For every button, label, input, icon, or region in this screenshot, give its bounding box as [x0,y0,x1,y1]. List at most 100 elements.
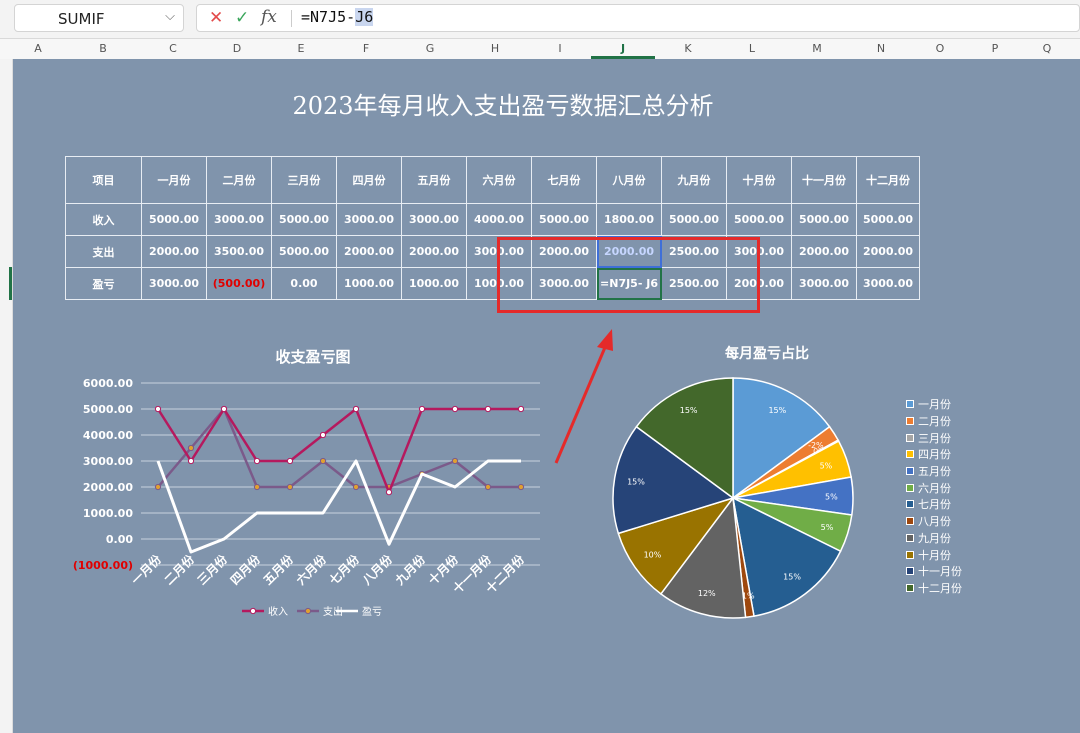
pie-legend-item: 三月份 [906,429,962,446]
legend-label: 二月份 [918,415,951,429]
data-point [286,457,294,465]
pie-legend-item: 九月份 [906,530,962,547]
data-point [451,405,459,413]
legend-label: 八月份 [918,515,951,529]
x-tick-label: 三月份 [194,551,231,588]
y-tick-label: 1000.00 [83,507,133,520]
pie-data-label: 12% [698,589,716,598]
pie-legend-item: 十月份 [906,546,962,563]
confirm-icon[interactable]: ✓ [235,8,249,28]
column-header-j[interactable]: J [621,42,625,55]
y-tick-label: 3000.00 [83,455,133,468]
legend-swatch [906,450,914,459]
column-header-c[interactable]: C [169,42,177,55]
legend-swatch [906,483,914,492]
pie-legend-item: 七月份 [906,496,962,513]
legend-swatch [906,417,914,426]
x-tick-label: 九月份 [391,551,428,588]
pie-data-label: 5% [825,492,838,501]
legend-label: 盈亏 [362,606,382,618]
data-point [352,405,360,413]
y-tick-label: 5000.00 [83,403,133,416]
worksheet[interactable]: 2023年每月收入支出盈亏数据汇总分析 项目 一月份 二月份 三月份 四月份 五月份 六月份… [13,59,1080,733]
data-point [253,483,261,491]
x-tick-label: 一月份 [128,551,165,588]
divider [291,10,292,27]
legend-label: 收入 [268,605,288,618]
y-tick-label: 6000.00 [83,377,133,390]
data-point [517,405,525,413]
data-point [154,483,162,491]
pie-legend-item: 四月份 [906,446,962,463]
column-header-k[interactable]: K [684,42,691,55]
data-point [484,405,492,413]
column-header-b[interactable]: B [99,42,107,55]
column-header-g[interactable]: G [426,42,435,55]
column-header-d[interactable]: D [233,42,241,55]
x-tick-label: 二月份 [161,551,198,588]
x-tick-label: 五月份 [260,551,297,588]
legend-swatch [906,583,914,592]
formula-text[interactable]: =N7J5-J6 [301,8,374,26]
data-point [319,457,327,465]
pie-legend-item: 五月份 [906,463,962,480]
pie-chart-title: 每月盈亏占比 [725,345,809,362]
y-tick-label: (1000.00) [73,559,133,572]
data-point [517,483,525,491]
legend-label: 一月份 [918,398,951,412]
pie-data-label: 15% [627,478,645,487]
data-point [286,483,294,491]
pie-legend-item: 一月份 [906,396,962,413]
function-icon[interactable]: fx [261,7,277,27]
y-tick-label: 0.00 [106,533,133,546]
arrow-head [597,329,613,351]
pie-legend: 一月份 二月份 三月份 四月份 五月份 六月份 七月份 八月份 九月份 十月份 十一月份 十二月份 [906,396,962,596]
legend-swatch [906,567,914,576]
legend-swatch [906,533,914,542]
formula-input[interactable]: ✕ ✓ fx =N7J5-J6 [196,4,1080,32]
row-headers [0,59,13,733]
active-row-indicator [9,267,12,300]
chevron-down-icon[interactable]: ⌵ [165,9,175,24]
column-header-o[interactable]: O [936,42,945,55]
column-header-a[interactable]: A [34,42,42,55]
legend-label: 五月份 [918,465,951,479]
legend-swatch [906,517,914,526]
column-header-m[interactable]: M [812,42,822,55]
formula-prefix: =N7J5- [301,8,356,26]
column-header-i[interactable]: I [558,42,561,55]
y-tick-label: 4000.00 [83,429,133,442]
pie-legend-item: 十一月份 [906,563,962,580]
column-header-e[interactable]: E [298,42,305,55]
pie-data-label: 10% [644,551,662,560]
legend-label: 六月份 [918,481,951,495]
legend-marker [304,607,312,615]
x-tick-label: 四月份 [227,551,264,588]
data-point [319,431,327,439]
column-header-p[interactable]: P [992,42,999,55]
pie-legend-item: 六月份 [906,479,962,496]
pie-data-label: 5% [821,523,834,532]
data-point [154,405,162,413]
x-tick-label: 七月份 [326,551,363,588]
pie-data-label: 15% [768,406,786,415]
legend-swatch [906,400,914,409]
data-point [451,457,459,465]
cancel-icon[interactable]: ✕ [209,8,223,28]
line-chart-title: 收支盈亏图 [275,348,350,366]
x-tick-label: 八月份 [358,551,395,588]
column-header-h[interactable]: H [491,42,499,55]
name-box-value: SUMIF [58,10,105,28]
data-point [352,483,360,491]
legend-label: 十月份 [918,548,951,562]
column-header-n[interactable]: N [877,42,885,55]
data-point [418,405,426,413]
name-box[interactable]: SUMIF ⌵ [14,4,184,32]
column-header-q[interactable]: Q [1043,42,1052,55]
column-header-f[interactable]: F [363,42,369,55]
x-tick-label: 六月份 [293,551,330,588]
data-point [484,483,492,491]
column-header-l[interactable]: L [749,42,755,55]
legend-swatch [906,433,914,442]
data-point [385,489,393,496]
